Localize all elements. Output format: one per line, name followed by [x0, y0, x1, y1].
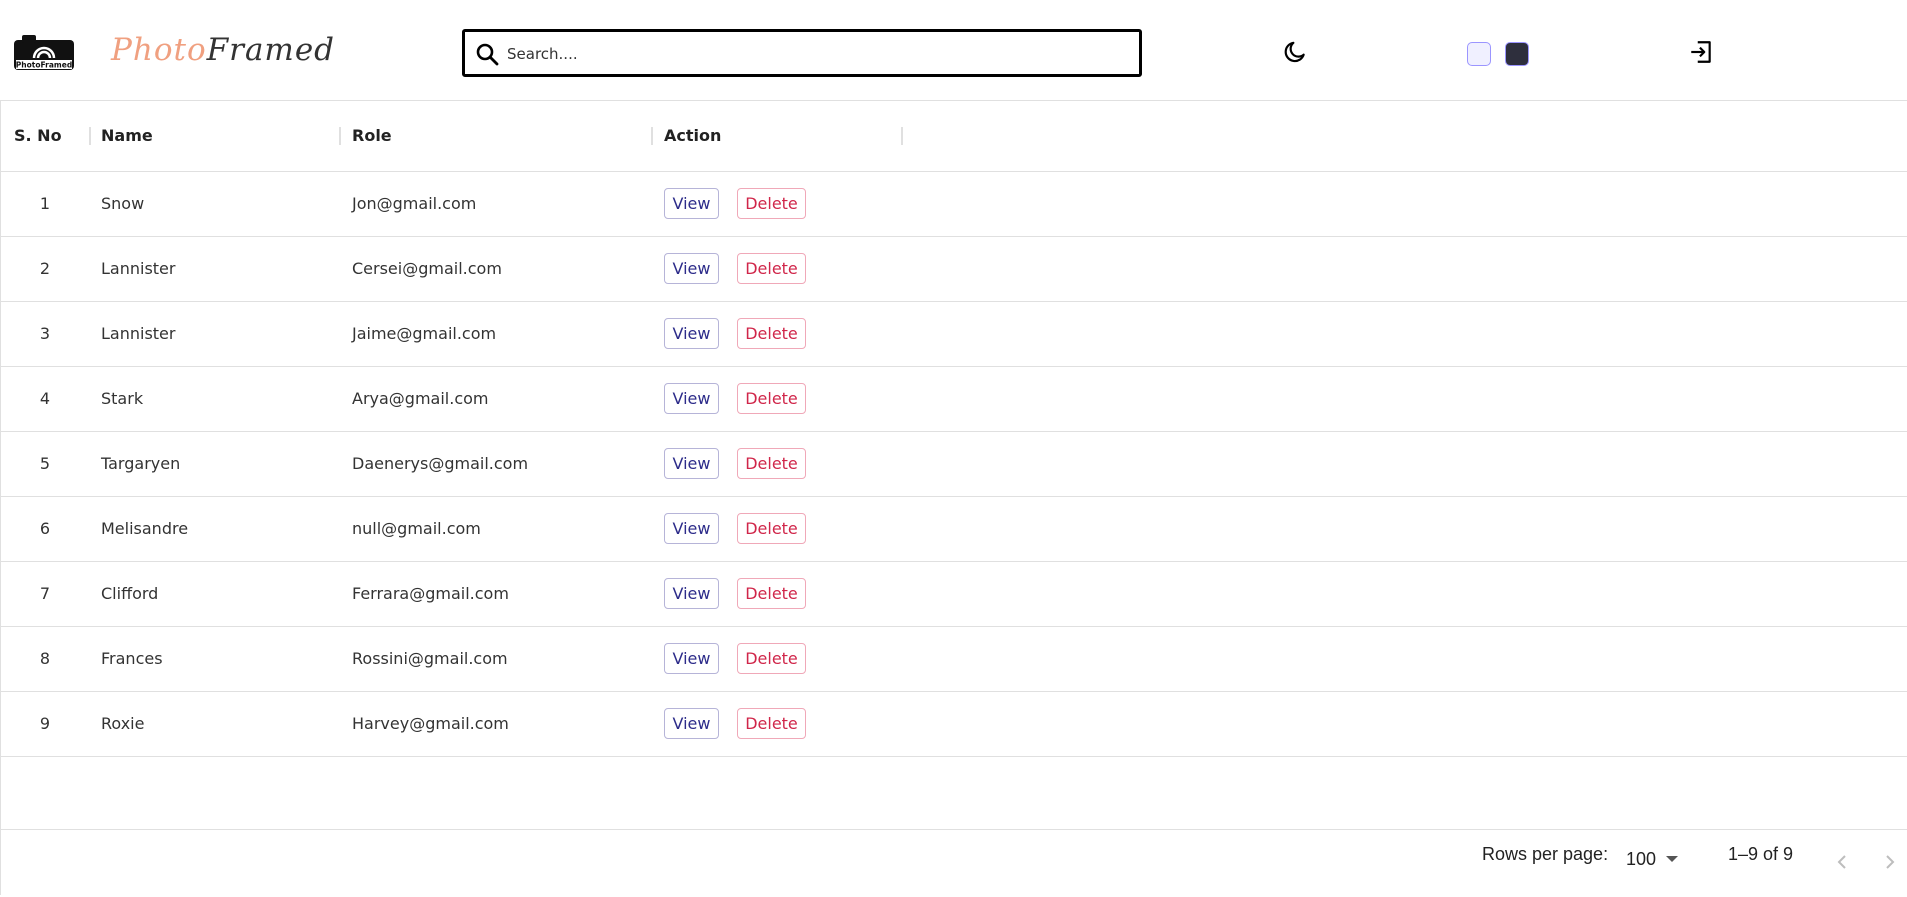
delete-button[interactable]: Delete: [737, 578, 806, 609]
brand-wordmark[interactable]: PhotoFramed: [111, 30, 335, 70]
cell-sno: 3: [39, 324, 51, 343]
caret-down-icon: [1666, 856, 1679, 862]
chevron-right-icon: [1880, 852, 1900, 876]
cell-role: Ferrara@gmail.com: [352, 584, 509, 603]
dark-theme-swatch[interactable]: [1505, 42, 1529, 66]
table-row[interactable]: 4 Stark Arya@gmail.com View Delete: [1, 366, 1907, 432]
search-icon: [475, 42, 499, 66]
rows-per-page-select[interactable]: 100: [1626, 846, 1679, 872]
delete-button[interactable]: Delete: [737, 448, 806, 479]
delete-button[interactable]: Delete: [737, 643, 806, 674]
view-button[interactable]: View: [664, 253, 719, 284]
next-page-button[interactable]: [1878, 852, 1902, 876]
cell-sno: 4: [39, 389, 51, 408]
cell-role: Daenerys@gmail.com: [352, 454, 529, 473]
rows-per-page-value: 100: [1626, 848, 1657, 869]
table-row[interactable]: 5 Targaryen Daenerys@gmail.com View Dele…: [1, 431, 1907, 497]
cell-sno: 6: [39, 519, 51, 538]
cell-name: Snow: [101, 194, 145, 213]
view-button[interactable]: View: [664, 513, 719, 544]
cell-sno: 5: [39, 454, 51, 473]
column-header-name[interactable]: Name: [101, 101, 153, 171]
chevron-left-icon: [1832, 852, 1852, 876]
view-button[interactable]: View: [664, 643, 719, 674]
moon-icon: [1282, 39, 1308, 69]
cell-role: Jon@gmail.com: [352, 194, 477, 213]
cell-name: Frances: [101, 649, 163, 668]
table-row[interactable]: 9 Roxie Harvey@gmail.com View Delete: [1, 691, 1907, 757]
column-separator[interactable]: [651, 127, 653, 145]
logout-icon: [1688, 39, 1714, 69]
previous-page-button[interactable]: [1830, 852, 1854, 876]
brand-part-2: Framed: [206, 32, 336, 68]
column-header-sno[interactable]: S. No: [14, 101, 62, 171]
pagination-info: 1–9 of 9: [1728, 844, 1794, 864]
brand-part-1: Photo: [111, 32, 207, 68]
cell-name: Lannister: [101, 259, 176, 278]
users-table: S. No Name Role Action 1 Snow Jon@gmail.…: [0, 100, 1907, 895]
delete-button[interactable]: Delete: [737, 708, 806, 739]
cell-name: Clifford: [101, 584, 159, 603]
table-header-row: S. No Name Role Action: [1, 101, 1907, 172]
table-row[interactable]: 1 Snow Jon@gmail.com View Delete: [1, 171, 1907, 237]
delete-button[interactable]: Delete: [737, 513, 806, 544]
cell-sno: 9: [39, 714, 51, 733]
column-header-role[interactable]: Role: [352, 101, 392, 171]
camera-logo-icon[interactable]: PhotoFramed: [12, 32, 76, 72]
cell-name: Lannister: [101, 324, 176, 343]
column-separator[interactable]: [89, 127, 91, 145]
light-theme-swatch[interactable]: [1467, 42, 1491, 66]
search-input[interactable]: [505, 38, 1129, 70]
table-row[interactable]: 2 Lannister Cersei@gmail.com View Delete: [1, 236, 1907, 302]
cell-name: Roxie: [101, 714, 145, 733]
delete-button[interactable]: Delete: [737, 383, 806, 414]
delete-button[interactable]: Delete: [737, 188, 806, 219]
cell-name: Stark: [101, 389, 144, 408]
column-separator[interactable]: [339, 127, 341, 145]
view-button[interactable]: View: [664, 383, 719, 414]
cell-role: Cersei@gmail.com: [352, 259, 502, 278]
app-header: PhotoFramed PhotoFramed: [0, 0, 1907, 100]
svg-text:PhotoFramed: PhotoFramed: [16, 61, 72, 70]
cell-name: Targaryen: [101, 454, 181, 473]
search-box: [462, 29, 1142, 77]
column-separator[interactable]: [901, 127, 903, 145]
table-row[interactable]: 7 Clifford Ferrara@gmail.com View Delete: [1, 561, 1907, 627]
cell-role: null@gmail.com: [352, 519, 481, 538]
view-button[interactable]: View: [664, 708, 719, 739]
view-button[interactable]: View: [664, 578, 719, 609]
table-row[interactable]: 6 Melisandre null@gmail.com View Delete: [1, 496, 1907, 562]
cell-sno: 2: [39, 259, 51, 278]
view-button[interactable]: View: [664, 188, 719, 219]
cell-name: Melisandre: [101, 519, 189, 538]
cell-sno: 1: [39, 194, 51, 213]
logout-button[interactable]: [1684, 37, 1718, 71]
table-row[interactable]: 8 Frances Rossini@gmail.com View Delete: [1, 626, 1907, 692]
view-button[interactable]: View: [664, 448, 719, 479]
delete-button[interactable]: Delete: [737, 318, 806, 349]
cell-role: Jaime@gmail.com: [352, 324, 497, 343]
column-header-action[interactable]: Action: [664, 101, 721, 171]
view-button[interactable]: View: [664, 318, 719, 349]
cell-role: Rossini@gmail.com: [352, 649, 508, 668]
table-row[interactable]: 3 Lannister Jaime@gmail.com View Delete: [1, 301, 1907, 367]
rows-per-page-label: Rows per page:: [1482, 844, 1609, 864]
cell-role: Harvey@gmail.com: [352, 714, 509, 733]
table-pagination: Rows per page: 100 1–9 of 9: [1, 829, 1907, 897]
cell-role: Arya@gmail.com: [352, 389, 489, 408]
theme-toggle-button[interactable]: [1278, 37, 1312, 71]
cell-sno: 8: [39, 649, 51, 668]
delete-button[interactable]: Delete: [737, 253, 806, 284]
cell-sno: 7: [39, 584, 51, 603]
